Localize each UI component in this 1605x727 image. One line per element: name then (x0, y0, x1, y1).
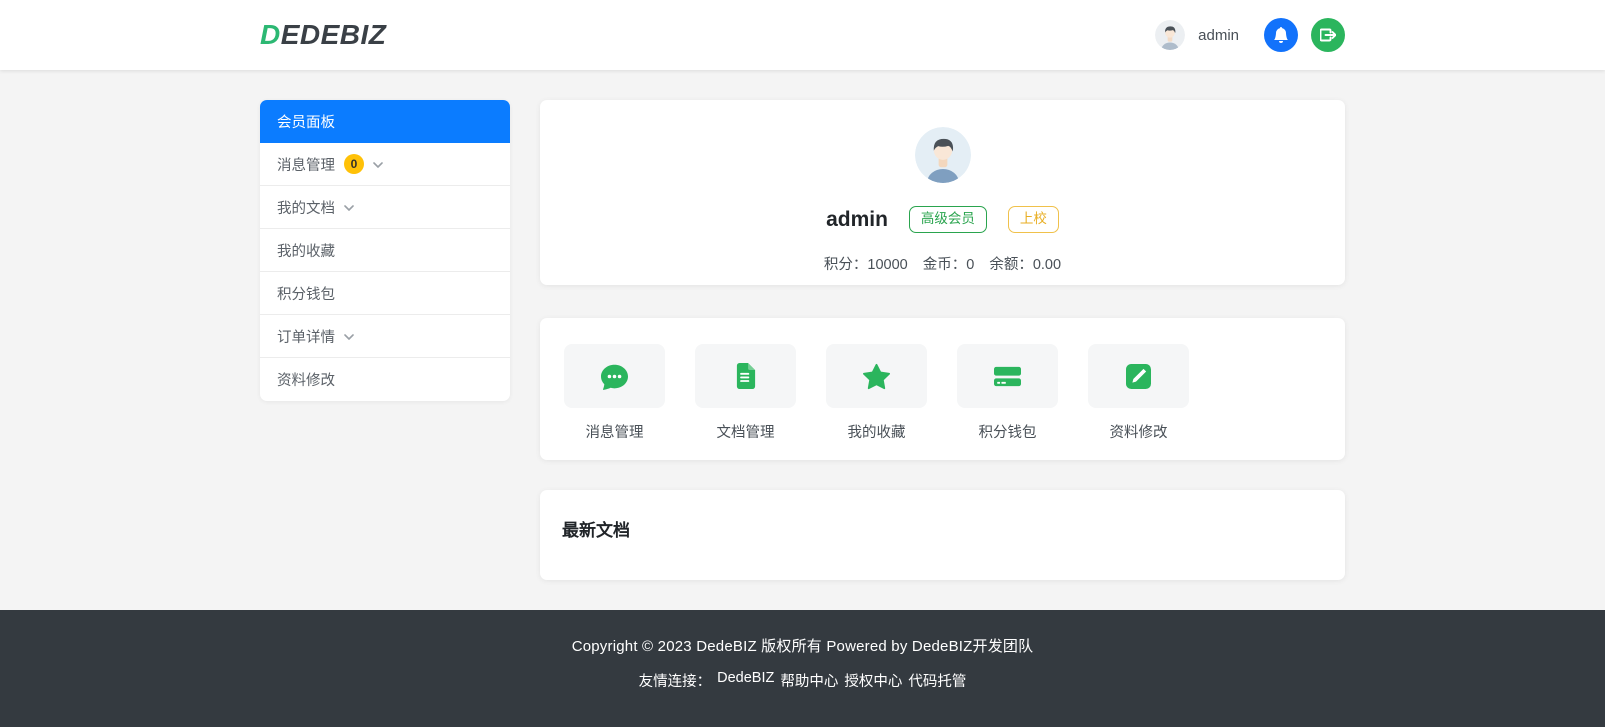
top-header: DEDEBIZ admin (0, 0, 1605, 70)
stat-points: 积分：10000 (823, 257, 908, 273)
latest-docs-card: 最新文档 (540, 490, 1345, 580)
shortcut-profile-edit[interactable]: 资料修改 (1088, 344, 1189, 460)
sidebar-item-label: 会员面板 (277, 115, 335, 131)
footer: Copyright © 2023 DedeBIZ 版权所有 Powered by… (0, 610, 1605, 727)
link-code-hosting[interactable]: 代码托管 (908, 670, 966, 691)
avatar-image (1155, 20, 1186, 50)
main-content: admin 高级会员 上校 积分：10000 金币：0 余额：0.00 消息管理… (540, 100, 1345, 580)
sidebar-item-label: 资料修改 (277, 373, 335, 389)
profile-card: admin 高级会员 上校 积分：10000 金币：0 余额：0.00 (540, 100, 1345, 285)
chevron-down-icon (373, 162, 383, 168)
avatar-image (914, 127, 971, 183)
notifications-button[interactable] (1264, 18, 1298, 52)
sidebar-menu: 会员面板 消息管理 0 我的文档 我的收藏 积分钱包 订单详情 资料修改 (260, 100, 510, 401)
unread-count-badge: 0 (344, 154, 364, 174)
sidebar-item-member-panel[interactable]: 会员面板 (260, 100, 510, 143)
friend-links-label: 友情连接： (638, 674, 712, 690)
shortcut-label: 文档管理 (716, 425, 775, 441)
stat-balance: 余额：0.00 (989, 257, 1062, 273)
sidebar-item-label: 消息管理 (277, 157, 335, 174)
icon-box (957, 344, 1058, 408)
sidebar: 会员面板 消息管理 0 我的文档 我的收藏 积分钱包 订单详情 资料修改 (260, 100, 510, 580)
icon-box (695, 344, 796, 408)
profile-username: admin (826, 207, 888, 231)
bell-icon (1274, 27, 1288, 43)
credit-card-icon (994, 366, 1021, 386)
user-avatar[interactable] (1155, 20, 1186, 50)
sidebar-item-my-documents[interactable]: 我的文档 (260, 186, 510, 229)
box-arrow-right-icon (1320, 28, 1336, 42)
profile-avatar[interactable] (914, 127, 971, 183)
shortcut-messages[interactable]: 消息管理 (564, 344, 665, 460)
shortcut-label: 消息管理 (585, 425, 644, 441)
copyright-text: Copyright © 2023 DedeBIZ 版权所有 Powered by… (571, 638, 1034, 655)
sidebar-item-label: 订单详情 (277, 329, 335, 346)
logout-button[interactable] (1311, 18, 1345, 52)
chat-dots-icon (601, 364, 628, 390)
shortcut-label: 积分钱包 (978, 425, 1037, 441)
link-dedebiz[interactable]: DedeBIZ (717, 670, 774, 691)
username: admin (1198, 26, 1239, 44)
sidebar-item-favorites[interactable]: 我的收藏 (260, 229, 510, 272)
chevron-down-icon (344, 205, 354, 211)
icon-box (1088, 344, 1189, 408)
latest-docs-title: 最新文档 (562, 521, 630, 540)
page-body: 会员面板 消息管理 0 我的文档 我的收藏 积分钱包 订单详情 资料修改 adm… (0, 70, 1605, 610)
sidebar-item-points-wallet[interactable]: 积分钱包 (260, 272, 510, 315)
shortcut-label: 资料修改 (1109, 425, 1168, 441)
profile-stats: 积分：10000 金币：0 余额：0.00 (540, 253, 1345, 274)
link-license-center[interactable]: 授权中心 (844, 670, 902, 691)
rank-badge: 上校 (1007, 206, 1059, 233)
shortcuts-card: 消息管理 文档管理 我的收藏 积分钱包 资料修改 (540, 318, 1345, 460)
member-level-badge: 高级会员 (908, 206, 987, 233)
sidebar-item-label: 我的收藏 (277, 243, 335, 260)
link-help-center[interactable]: 帮助中心 (780, 670, 838, 691)
shortcut-documents[interactable]: 文档管理 (695, 344, 796, 460)
sidebar-item-order-details[interactable]: 订单详情 (260, 315, 510, 358)
sidebar-item-label: 我的文档 (277, 200, 335, 217)
star-icon (863, 363, 890, 389)
sidebar-item-messages[interactable]: 消息管理 0 (260, 143, 510, 186)
sidebar-item-label: 积分钱包 (277, 286, 335, 303)
logo[interactable]: DEDEBIZ (260, 19, 386, 51)
chevron-down-icon (344, 334, 354, 340)
icon-box (564, 344, 665, 408)
stat-gold: 金币：0 (922, 257, 975, 273)
icon-box (826, 344, 927, 408)
sidebar-item-profile-edit[interactable]: 资料修改 (260, 358, 510, 401)
logo-letter-d: D (260, 19, 281, 50)
friend-links: 友情连接： DedeBIZ 帮助中心 授权中心 代码托管 (0, 670, 1605, 691)
shortcut-label: 我的收藏 (847, 425, 906, 441)
shortcut-favorites[interactable]: 我的收藏 (826, 344, 927, 460)
document-icon (736, 363, 755, 389)
pencil-square-icon (1126, 363, 1151, 389)
shortcut-points-wallet[interactable]: 积分钱包 (957, 344, 1058, 460)
logo-text: EDEBIZ (280, 19, 387, 50)
